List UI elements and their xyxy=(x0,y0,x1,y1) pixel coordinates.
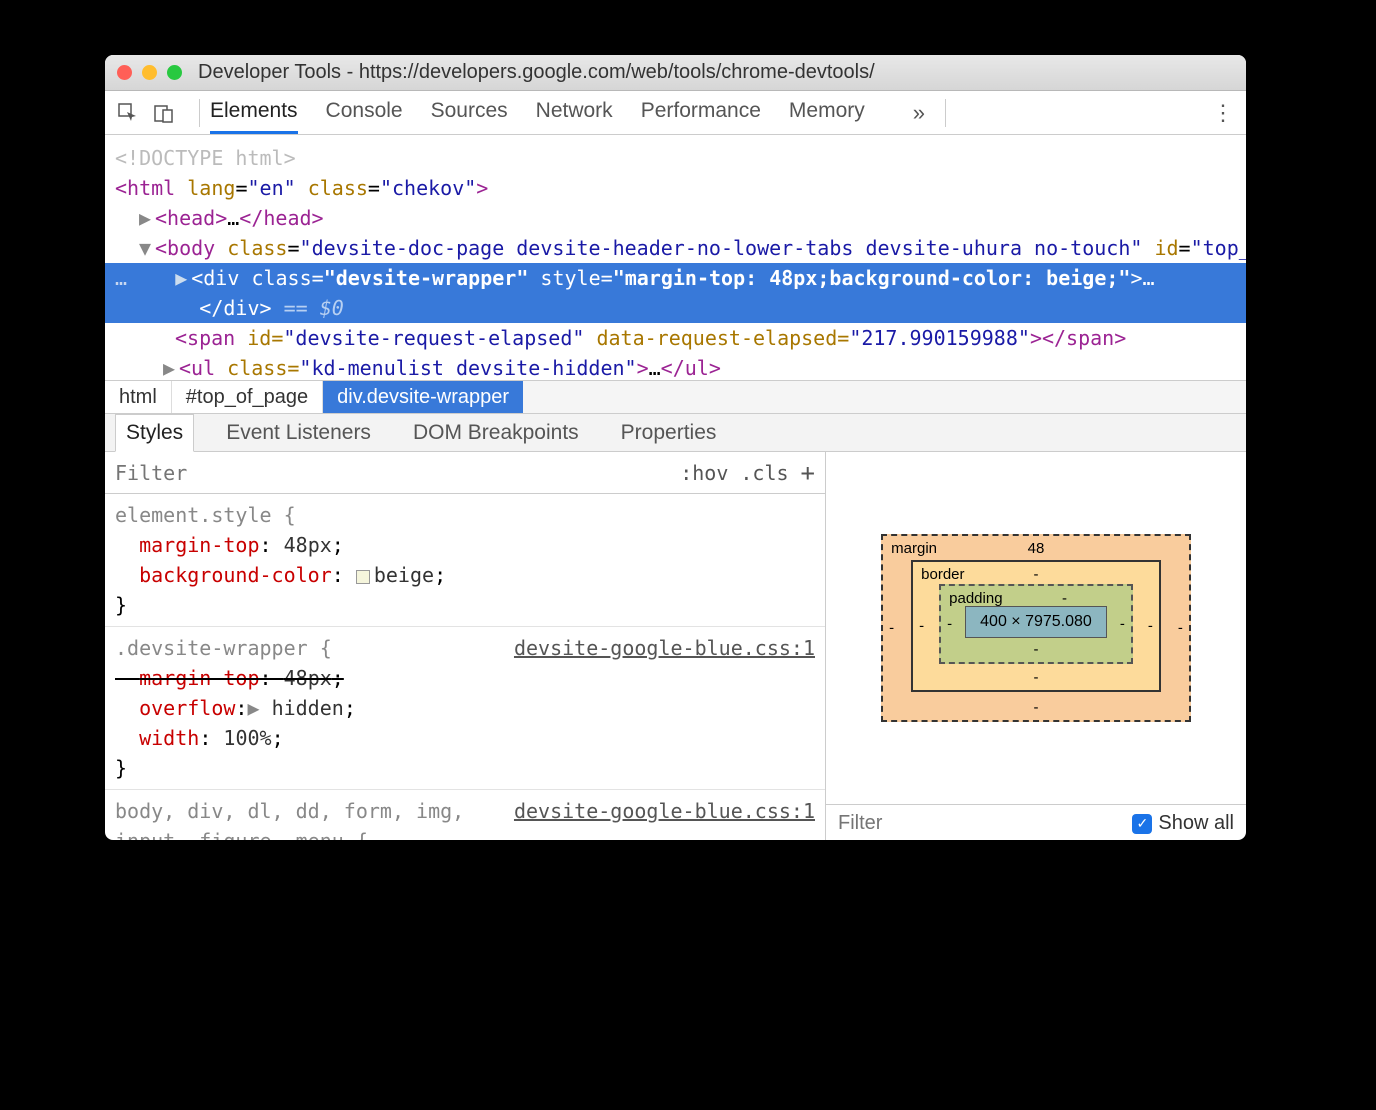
styles-tabs: Styles Event Listeners DOM Breakpoints P… xyxy=(105,414,1246,452)
panel-tabs: Elements Console Sources Network Perform… xyxy=(210,91,925,134)
checkbox-icon[interactable]: ✓ xyxy=(1132,814,1152,834)
traffic-lights xyxy=(117,65,182,80)
tab-performance[interactable]: Performance xyxy=(641,91,761,134)
titlebar: Developer Tools - https://developers.goo… xyxy=(105,55,1246,91)
tab-console[interactable]: Console xyxy=(326,91,403,134)
add-rule-icon[interactable]: + xyxy=(801,459,815,487)
box-model[interactable]: margin 48 - - - border - - - - padding - xyxy=(826,452,1246,804)
devtools-window: Developer Tools - https://developers.goo… xyxy=(105,55,1246,840)
tab-properties[interactable]: Properties xyxy=(611,415,727,451)
css-source-link[interactable]: devsite-google-blue.css:1 xyxy=(514,633,815,663)
tab-event-listeners[interactable]: Event Listeners xyxy=(216,415,381,451)
body-open[interactable]: ▼<body class="devsite-doc-page devsite-h… xyxy=(115,233,1246,263)
dom-tree[interactable]: <!DOCTYPE html> <html lang="en" class="c… xyxy=(105,135,1246,380)
box-model-content: 400 × 7975.080 xyxy=(965,606,1107,638)
styles-area: :hov .cls + element.style { margin-top: … xyxy=(105,452,1246,840)
body-block[interactable]: devsite-google-blue.css:1 body, div, dl,… xyxy=(105,790,825,840)
tab-elements[interactable]: Elements xyxy=(210,91,298,134)
computed-filter-input[interactable] xyxy=(838,812,1132,835)
tab-dom-breakpoints[interactable]: DOM Breakpoints xyxy=(403,415,589,451)
tab-memory[interactable]: Memory xyxy=(789,91,865,134)
show-all-toggle[interactable]: ✓ Show all xyxy=(1132,812,1234,835)
breadcrumb: html #top_of_page div.devsite-wrapper xyxy=(105,380,1246,414)
maximize-icon[interactable] xyxy=(167,65,182,80)
inspect-icon[interactable] xyxy=(117,102,139,124)
selected-element[interactable]: … ▶<div class="devsite-wrapper" style="m… xyxy=(105,263,1246,323)
breadcrumb-body[interactable]: #top_of_page xyxy=(172,381,323,413)
doctype-line[interactable]: <!DOCTYPE html> xyxy=(115,143,1246,173)
main-toolbar: Elements Console Sources Network Perform… xyxy=(105,91,1246,135)
device-icon[interactable] xyxy=(153,102,175,124)
styles-filter-input[interactable] xyxy=(115,461,674,485)
computed-filter-row: ✓ Show all xyxy=(826,804,1246,840)
css-source-link[interactable]: devsite-google-blue.css:1 xyxy=(514,796,815,826)
kebab-menu-icon[interactable]: ⋮ xyxy=(1212,100,1234,126)
minimize-icon[interactable] xyxy=(142,65,157,80)
tab-network[interactable]: Network xyxy=(536,91,613,134)
toolbar-separator xyxy=(945,99,946,127)
element-style-block[interactable]: element.style { margin-top: 48px; backgr… xyxy=(105,494,825,627)
breadcrumb-selected[interactable]: div.devsite-wrapper xyxy=(323,381,523,413)
color-swatch-icon[interactable] xyxy=(356,570,370,584)
toolbar-separator xyxy=(199,99,200,127)
tab-styles[interactable]: Styles xyxy=(115,414,194,452)
cls-toggle[interactable]: .cls xyxy=(740,461,788,485)
computed-pane: margin 48 - - - border - - - - padding - xyxy=(826,452,1246,840)
window-title: Developer Tools - https://developers.goo… xyxy=(198,61,875,84)
breadcrumb-html[interactable]: html xyxy=(105,381,172,413)
more-tabs-icon[interactable]: » xyxy=(913,100,925,126)
head-line[interactable]: ▶<head>…</head> xyxy=(115,203,1246,233)
styles-pane: :hov .cls + element.style { margin-top: … xyxy=(105,452,826,840)
tab-sources[interactable]: Sources xyxy=(431,91,508,134)
ul-line[interactable]: ▶<ul class="kd-menulist devsite-hidden">… xyxy=(115,353,1246,380)
styles-filter-row: :hov .cls + xyxy=(105,452,825,494)
close-icon[interactable] xyxy=(117,65,132,80)
devsite-wrapper-block[interactable]: devsite-google-blue.css:1 .devsite-wrapp… xyxy=(105,627,825,790)
html-open[interactable]: <html lang="en" class="chekov"> xyxy=(115,173,1246,203)
hov-toggle[interactable]: :hov xyxy=(680,461,728,485)
span-line[interactable]: <span id="devsite-request-elapsed" data-… xyxy=(115,323,1246,353)
